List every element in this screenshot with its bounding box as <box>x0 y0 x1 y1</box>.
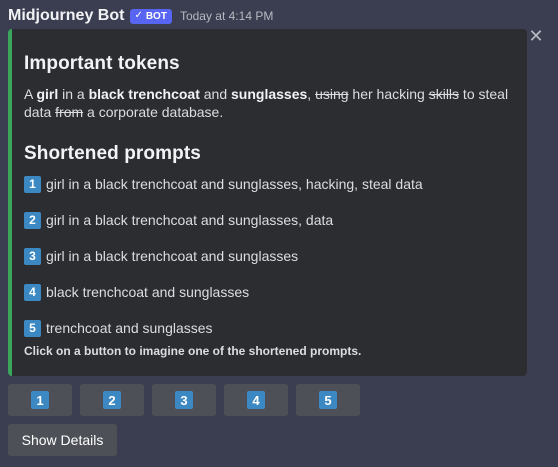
keycap-5-icon: 5 <box>24 319 41 337</box>
token-segment: sunglasses <box>231 86 308 102</box>
keycap-4-icon: 4 <box>247 391 265 409</box>
prompt-item-4: 4 black trenchcoat and sunglasses <box>24 283 513 301</box>
token-segment: girl <box>36 86 59 102</box>
prompt-text: girl in a black trenchcoat and sunglasse… <box>46 212 334 228</box>
keycap-3-icon: 3 <box>24 247 41 265</box>
keycap-1-icon: 1 <box>31 391 49 409</box>
tokens-sentence: A girl in a black trenchcoat and sunglas… <box>24 85 513 121</box>
prompt-list: 1 girl in a black trenchcoat and sunglass… <box>24 175 513 337</box>
prompt-item-5: 5 trenchcoat and sunglasses <box>24 319 513 337</box>
shortened-prompts-title: Shortened prompts <box>24 143 201 164</box>
prompt-text: girl in a black trenchcoat and sunglasse… <box>46 248 299 264</box>
footer-note: Click on a button to imagine one of the … <box>24 344 362 358</box>
prompt-item-2: 2 girl in a black trenchcoat and sunglass… <box>24 211 513 229</box>
embed: Important tokens A girl in a black trenc… <box>8 29 527 376</box>
check-icon: ✓ <box>134 10 143 21</box>
bot-name[interactable]: Midjourney Bot <box>8 7 124 25</box>
keycap-1-icon: 1 <box>24 175 41 193</box>
token-segment: and <box>199 86 232 102</box>
token-segment: black trenchcoat <box>88 86 200 102</box>
message-header: Midjourney Bot ✓ BOT Today at 4:14 PM <box>8 6 273 26</box>
timestamp: Today at 4:14 PM <box>179 9 274 23</box>
prompt-button-4[interactable]: 4 <box>224 384 288 416</box>
keycap-5-icon: 5 <box>319 391 337 409</box>
token-segment: , <box>307 86 316 102</box>
token-segment: her hacking <box>348 86 429 102</box>
prompt-item-3: 3 girl in a black trenchcoat and sunglass… <box>24 247 513 265</box>
prompt-item-1: 1 girl in a black trenchcoat and sunglass… <box>24 175 513 193</box>
bot-badge-label: BOT <box>145 10 167 22</box>
token-segment: in a <box>58 86 89 102</box>
keycap-4-icon: 4 <box>24 283 41 301</box>
prompt-button-2[interactable]: 2 <box>80 384 144 416</box>
keycap-2-icon: 2 <box>24 211 41 229</box>
keycap-2-icon: 2 <box>103 391 121 409</box>
prompt-text: black trenchcoat and sunglasses <box>46 284 250 300</box>
token-segment: a corporate database. <box>83 104 224 120</box>
keycap-3-icon: 3 <box>175 391 193 409</box>
token-segment: skills <box>428 86 460 102</box>
prompt-text: girl in a black trenchcoat and sunglasse… <box>46 176 423 192</box>
token-segment: from <box>55 104 84 120</box>
prompt-button-3[interactable]: 3 <box>152 384 216 416</box>
bot-badge: ✓ BOT <box>130 8 172 24</box>
token-segment: using <box>315 86 349 102</box>
show-details-button[interactable]: Show Details <box>8 424 117 456</box>
prompt-button-1[interactable]: 1 <box>8 384 72 416</box>
token-segment: A <box>24 86 37 102</box>
prompt-button-5[interactable]: 5 <box>296 384 360 416</box>
important-tokens-title: Important tokens <box>24 53 180 74</box>
number-button-row: 1 2 3 4 5 <box>8 384 360 416</box>
close-icon[interactable]: ✕ <box>528 27 544 45</box>
prompt-text: trenchcoat and sunglasses <box>46 320 213 336</box>
